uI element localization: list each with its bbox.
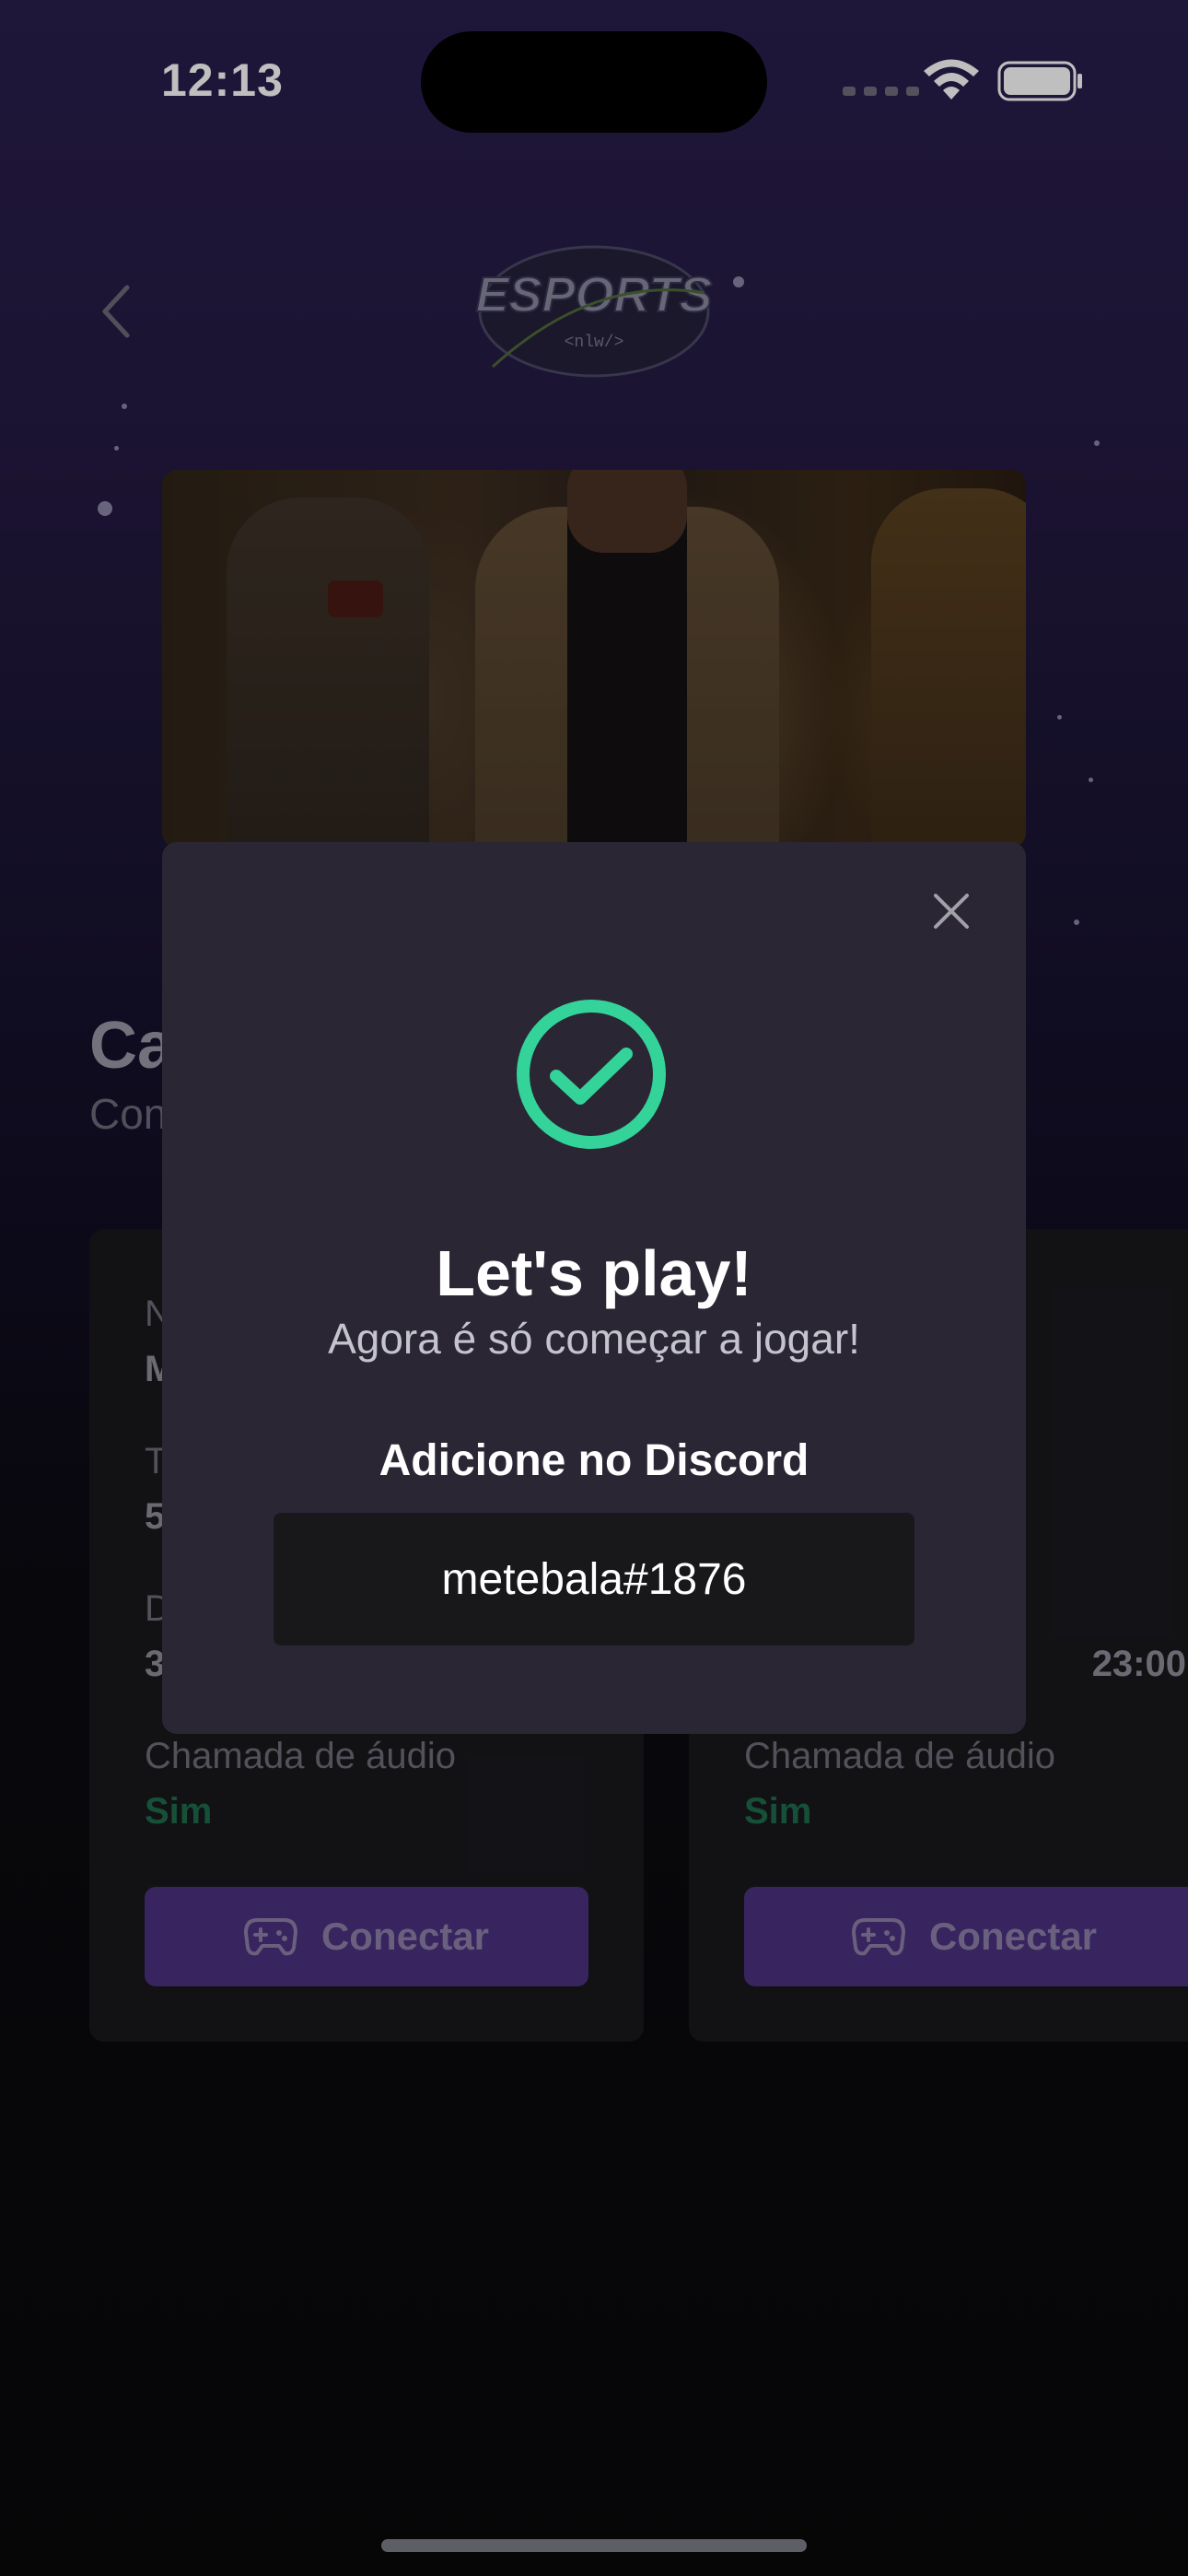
check-circle-icon: [517, 1000, 666, 1149]
discord-tag-copy-button[interactable]: metebala#1876: [274, 1513, 914, 1645]
discord-tag: metebala#1876: [441, 1554, 747, 1604]
discord-label: Adicione no Discord: [379, 1436, 809, 1485]
modal-subtitle: Agora é só começar a jogar!: [328, 1315, 860, 1363]
home-indicator[interactable]: [381, 2539, 807, 2552]
modal-title: Let's play!: [436, 1237, 752, 1309]
duo-match-modal: Let's play! Agora é só começar a jogar! …: [162, 842, 1026, 1734]
close-icon[interactable]: [928, 888, 974, 934]
